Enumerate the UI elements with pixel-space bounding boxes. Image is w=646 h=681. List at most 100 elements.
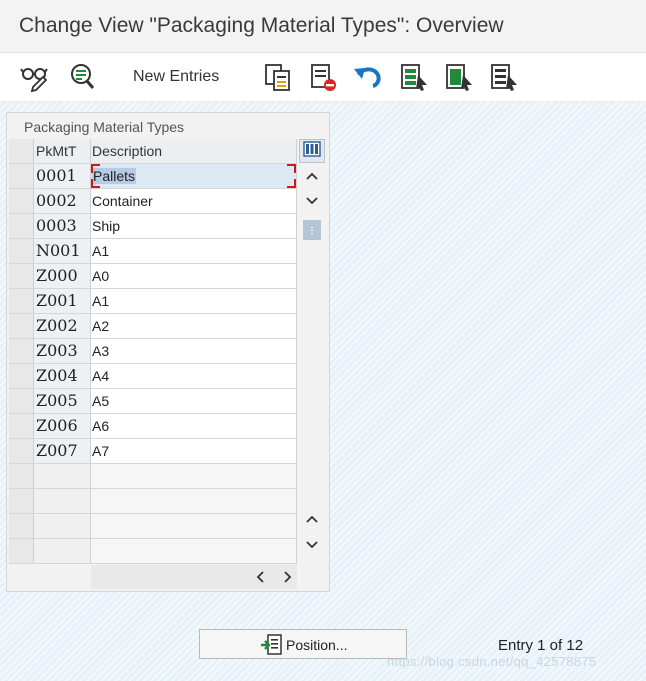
scrollbar-thumb[interactable]: [303, 220, 321, 240]
cell-description[interactable]: A7: [91, 439, 297, 464]
page-down-button[interactable]: [299, 534, 325, 558]
scroll-down-button[interactable]: [299, 190, 325, 214]
cell-description[interactable]: A2: [91, 314, 297, 339]
cell-pkmtt: Z007: [34, 439, 91, 464]
cell-pkmtt: 0001: [34, 164, 91, 189]
row-selector[interactable]: [9, 489, 34, 514]
chevron-right-icon: [277, 571, 297, 589]
row-selector[interactable]: [9, 389, 34, 414]
cell-pkmtt: 0002: [34, 189, 91, 214]
focus-corner: [91, 179, 100, 188]
empty-row: [9, 539, 297, 564]
empty-row: [9, 514, 297, 539]
column-settings-button[interactable]: [299, 139, 325, 163]
cell-description: [91, 489, 297, 514]
cell-pkmtt: N001: [34, 239, 91, 264]
cell-description[interactable]: A3: [91, 339, 297, 364]
row-selector[interactable]: [9, 214, 34, 239]
row-selector[interactable]: [9, 514, 34, 539]
cell-pkmtt: Z003: [34, 339, 91, 364]
display-change-icon[interactable]: [19, 61, 51, 93]
cell-pkmtt: 0003: [34, 214, 91, 239]
scroll-right-button[interactable]: [277, 569, 297, 585]
focus-corner: [287, 164, 296, 173]
row-selector[interactable]: [9, 314, 34, 339]
focus-corner: [91, 164, 100, 173]
select-all-icon[interactable]: [398, 61, 430, 93]
table-row: Z004 A4: [9, 364, 297, 389]
table-row: Z003 A3: [9, 339, 297, 364]
row-selector[interactable]: [9, 364, 34, 389]
undo-icon[interactable]: [352, 61, 384, 93]
focus-corner: [287, 179, 296, 188]
position-button-label: Position...: [286, 637, 348, 653]
cell-pkmtt: Z001: [34, 289, 91, 314]
cell-pkmtt: Z004: [34, 364, 91, 389]
table-row: Z001 A1: [9, 289, 297, 314]
cell-description[interactable]: A1: [91, 239, 297, 264]
cell-pkmtt: Z006: [34, 414, 91, 439]
table-row: Z000 A0: [9, 264, 297, 289]
cell-description: [91, 464, 297, 489]
new-entries-button[interactable]: New Entries: [133, 68, 219, 86]
table-row: Z007 A7: [9, 439, 297, 464]
row-selector[interactable]: [9, 414, 34, 439]
cell-description[interactable]: A4: [91, 364, 297, 389]
row-selector[interactable]: [9, 339, 34, 364]
page-up-button[interactable]: [299, 508, 325, 532]
row-selector[interactable]: [9, 189, 34, 214]
cell-pkmtt: [34, 464, 91, 489]
position-icon: [260, 633, 284, 662]
position-button[interactable]: Position...: [199, 629, 407, 659]
entry-counter: Entry 1 of 12: [498, 637, 584, 654]
table-row: N001 A1: [9, 239, 297, 264]
cell-pkmtt: [34, 539, 91, 564]
table-title: Packaging Material Types: [24, 119, 185, 135]
toolbar: New Entries: [0, 53, 646, 102]
select-all-rows-button[interactable]: [9, 139, 34, 164]
cell-pkmtt: Z002: [34, 314, 91, 339]
row-selector[interactable]: [9, 464, 34, 489]
column-header-description[interactable]: Description: [91, 139, 297, 164]
chevron-up-icon: [305, 511, 319, 529]
row-selector[interactable]: [9, 239, 34, 264]
cell-description[interactable]: A5: [91, 389, 297, 414]
table-row: Z005 A5: [9, 389, 297, 414]
chevron-down-icon: [305, 537, 319, 555]
cell-description: [91, 539, 297, 564]
scroll-up-button[interactable]: [299, 165, 325, 189]
cell-description[interactable]: Pallets: [91, 164, 297, 189]
delete-icon[interactable]: [307, 61, 339, 93]
table-row: 0001 Pallets: [9, 164, 297, 189]
cell-description[interactable]: A0: [91, 264, 297, 289]
table-control: Packaging Material Types PkMtT Descripti…: [6, 112, 330, 592]
chevron-left-icon: [251, 571, 271, 589]
cell-pkmtt: [34, 489, 91, 514]
cell-description[interactable]: A6: [91, 414, 297, 439]
row-selector[interactable]: [9, 264, 34, 289]
row-selector[interactable]: [9, 539, 34, 564]
details-icon[interactable]: [66, 61, 98, 93]
page-title: Change View "Packaging Material Types": …: [19, 14, 504, 37]
cell-pkmtt: [34, 514, 91, 539]
row-selector[interactable]: [9, 289, 34, 314]
row-selector[interactable]: [9, 164, 34, 189]
cell-description[interactable]: Container: [91, 189, 297, 214]
cell-description[interactable]: Ship: [91, 214, 297, 239]
empty-row: [9, 464, 297, 489]
chevron-up-icon: [305, 168, 319, 186]
cell-pkmtt: Z005: [34, 389, 91, 414]
table-row: 0002 Container: [9, 189, 297, 214]
column-header-pkmtt[interactable]: PkMtT: [34, 139, 91, 164]
watermark: https://blog.csdn.net/qq_42578875: [387, 654, 597, 669]
table-row: Z006 A6: [9, 414, 297, 439]
scroll-left-button[interactable]: [251, 569, 271, 585]
cell-description[interactable]: A1: [91, 289, 297, 314]
row-selector[interactable]: [9, 439, 34, 464]
deselect-all-icon[interactable]: [488, 61, 520, 93]
table-settings-icon: [303, 140, 321, 162]
copy-icon[interactable]: [262, 61, 294, 93]
table-row: 0003 Ship: [9, 214, 297, 239]
horizontal-scrollbar: [91, 565, 297, 589]
select-block-icon[interactable]: [443, 61, 475, 93]
